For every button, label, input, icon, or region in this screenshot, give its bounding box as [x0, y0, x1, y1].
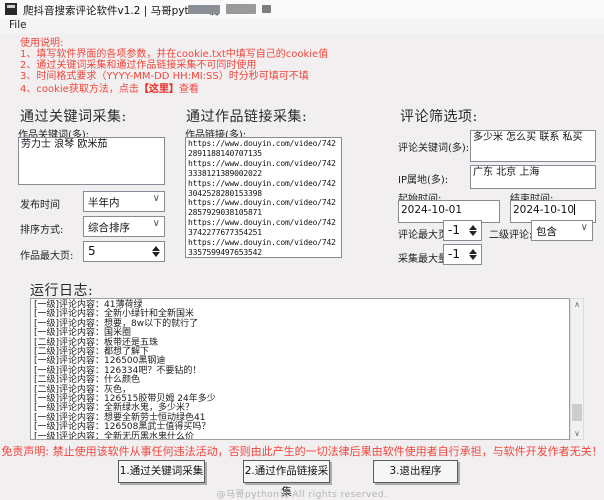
menu-bar: File — [0, 18, 604, 33]
title-bar: 爬抖音搜索评论软件v1.2 | 马哥python说 — [0, 0, 604, 18]
run-log[interactable]: [一级]评论内容：41薄荷绿[一级]评论内容：全新小绿针和全新国米[一级]评论内… — [30, 298, 570, 440]
sort-label: 排序方式: — [20, 221, 63, 236]
max-pages-label: 作品最大页: — [20, 247, 73, 262]
sort-select[interactable]: 综合排序 ∨ — [83, 216, 165, 237]
scrollbar-thumb[interactable] — [572, 404, 582, 421]
log-line: [一级]评论内容：全新无历黑水鬼什么价 — [34, 433, 569, 440]
ip-input[interactable]: 广东 北京 上海 — [470, 165, 596, 189]
log-section-title: 运行日志: — [30, 280, 93, 300]
instruction-line: 3、时间格式要求（YYYY-MM-DD HH:MI:SS）时分秒可填可不填 — [20, 71, 328, 82]
keyword-section-title: 通过关键词采集: — [20, 106, 127, 126]
app-icon — [5, 3, 17, 15]
scroll-up-icon[interactable]: ∧ — [571, 300, 583, 309]
ip-label: IP属地(多): — [398, 171, 448, 186]
spinner-up-icon[interactable] — [152, 246, 160, 251]
comment-keywords-label: 评论关键词(多): — [398, 139, 469, 154]
collect-by-link-button[interactable]: 2.通过作品链接采集 — [243, 460, 330, 483]
log-scrollbar[interactable]: ∧ ∨ — [570, 298, 584, 440]
instruction-line: 2、通过关键词采集和通过作品链接采集不可同时使用 — [20, 60, 328, 71]
max-collect-value: -1 — [448, 247, 460, 261]
publish-time-select[interactable]: 半年内 ∨ — [83, 191, 165, 212]
chevron-down-icon: ∨ — [581, 222, 588, 233]
comment-keywords-input[interactable]: 多少米 怎么买 联系 私买 — [470, 130, 596, 162]
max-collect-stepper[interactable]: -1 — [443, 244, 482, 265]
filter-section-title: 评论筛选项: — [400, 106, 478, 126]
max-pages-value: 5 — [88, 244, 96, 258]
link-section-title: 通过作品链接采集: — [186, 106, 307, 126]
collect-by-keyword-button[interactable]: 1.通过关键词采集 — [118, 460, 205, 483]
spinner-down-icon[interactable] — [469, 255, 477, 260]
exit-button[interactable]: 3.退出程序 — [373, 460, 458, 483]
instruction-line: 4、cookie获取方法，点击【这里】查看 — [20, 84, 328, 95]
spinner-up-icon[interactable] — [469, 225, 477, 230]
keyword-input[interactable]: 劳力士 浪琴 欧米茄 — [18, 137, 165, 185]
end-time-value: 2024-10-10 — [513, 204, 574, 216]
usage-instructions: 使用说明: 1、填写软件界面的各项参数，并在cookie.txt中填写自己的co… — [20, 38, 328, 95]
spinner-up-icon[interactable] — [469, 249, 477, 254]
menu-item-file[interactable]: File — [6, 19, 30, 31]
secondary-comment-label: 二级评论: — [489, 226, 532, 241]
max-comment-pages-stepper[interactable]: -1 — [443, 220, 482, 241]
copyright-footer: @马哥python说 All rights reserved. — [0, 487, 604, 500]
redacted-block — [226, 4, 256, 14]
chevron-down-icon: ∨ — [153, 218, 160, 229]
redacted-block — [188, 5, 220, 14]
scroll-down-icon[interactable]: ∨ — [571, 429, 583, 438]
redacted-block — [262, 5, 271, 13]
links-input[interactable]: https://www.douyin.com/video/74228911881… — [185, 137, 342, 258]
disclaimer-text: 免责声明: 禁止使用该软件从事任何违法活动，否则由此产生的一切法律后果由软件使用… — [0, 443, 604, 459]
instruction-line4-suffix: 查看 — [179, 84, 199, 95]
secondary-comment-select[interactable]: 包含 ∨ — [531, 220, 593, 241]
text-caret — [574, 204, 575, 215]
instructions-heading: 使用说明: — [20, 38, 328, 49]
chevron-down-icon: ∨ — [153, 193, 160, 204]
publish-time-value: 半年内 — [88, 195, 120, 210]
max-pages-stepper[interactable]: 5 — [83, 241, 165, 262]
app-window: 爬抖音搜索评论软件v1.2 | 马哥python说 File 使用说明: 1、填… — [0, 0, 604, 500]
spinner-down-icon[interactable] — [469, 231, 477, 236]
cookie-help-link[interactable]: 【这里】 — [139, 84, 179, 95]
instruction-line4-prefix: 4、cookie获取方法，点击 — [20, 84, 139, 95]
sort-value: 综合排序 — [88, 220, 130, 235]
max-comment-pages-value: -1 — [448, 223, 460, 237]
secondary-comment-value: 包含 — [536, 224, 557, 239]
publish-time-label: 发布时间 — [20, 196, 60, 211]
instruction-line: 1、填写软件界面的各项参数，并在cookie.txt中填写自己的cookie值 — [20, 49, 328, 60]
spinner-down-icon[interactable] — [152, 252, 160, 257]
